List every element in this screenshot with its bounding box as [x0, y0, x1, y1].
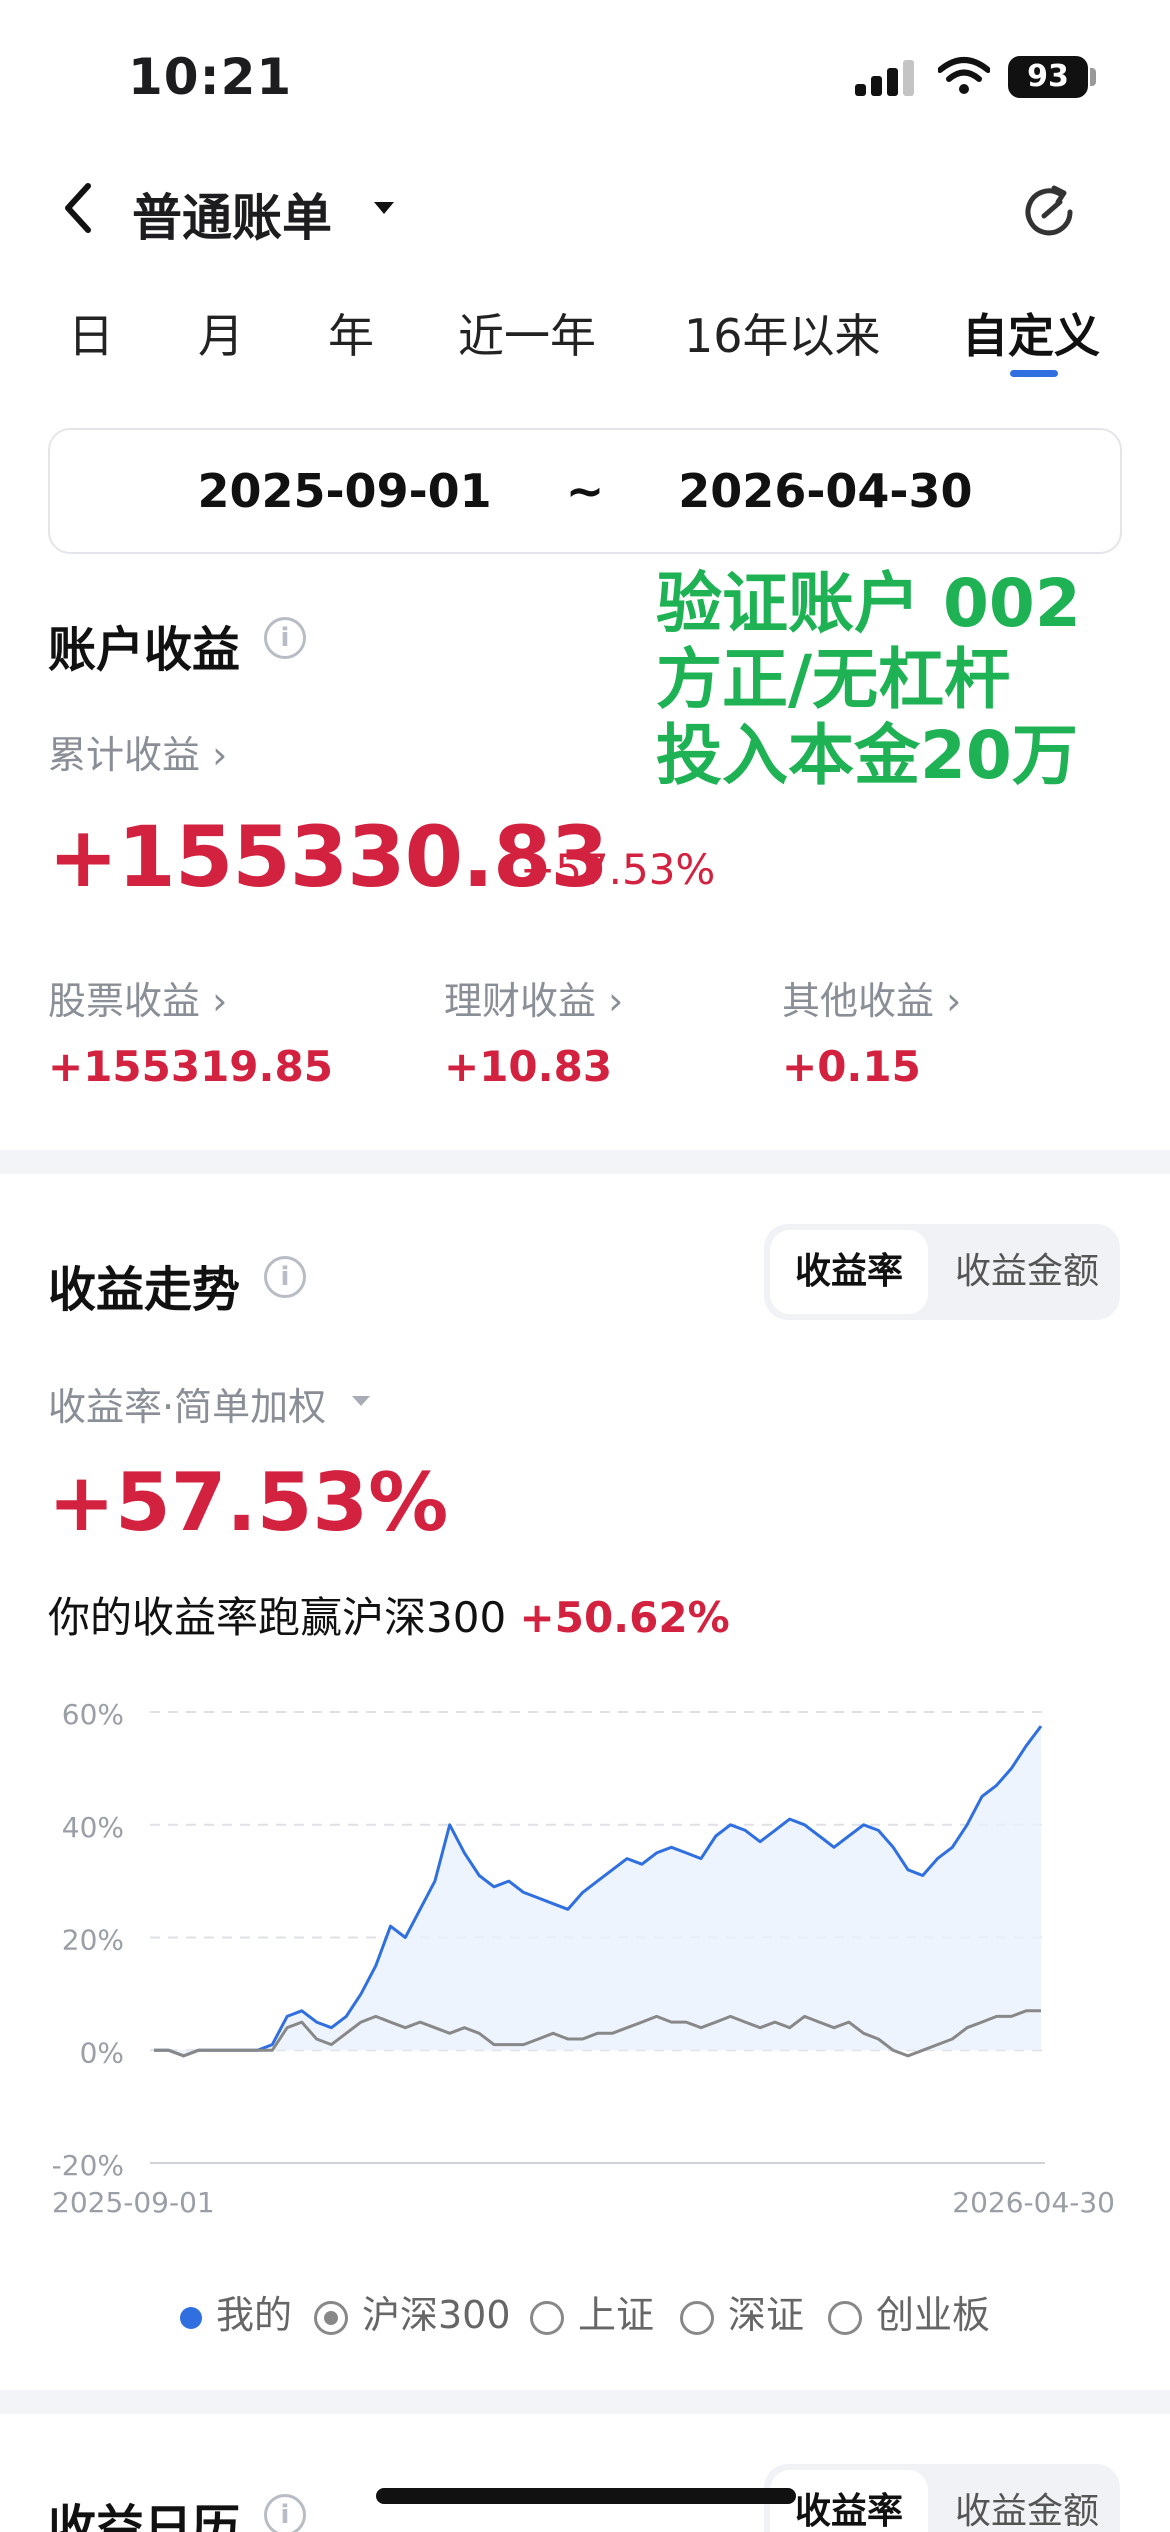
- legend-dot: [180, 2306, 202, 2329]
- calendar-title: 收益日历: [48, 2500, 241, 2532]
- tab-month[interactable]: 月: [198, 300, 244, 366]
- info-icon[interactable]: i: [264, 617, 306, 659]
- stock-income-label: 股票收益: [48, 979, 201, 1023]
- cellular-signal-icon: [855, 60, 915, 96]
- section-divider: [0, 1150, 1170, 1174]
- date-start: 2025-09-01: [197, 464, 492, 518]
- cumulative-income-pct: +57.53%: [520, 845, 716, 894]
- radio-checked-icon: [314, 2300, 348, 2335]
- battery-icon: 93: [1008, 56, 1088, 98]
- overlay-line-1: 验证账户 002: [656, 565, 1081, 642]
- chevron-down-icon[interactable]: [372, 200, 396, 216]
- chevron-right-icon: ›: [200, 979, 228, 1023]
- other-income-link[interactable]: 其他收益 ›: [782, 970, 961, 1025]
- legend-label: 创业板: [876, 2293, 991, 2337]
- date-separator: ~: [565, 464, 605, 518]
- y-tick-label: 60%: [62, 1698, 124, 1731]
- legend-cyb[interactable]: 创业板: [828, 2284, 990, 2339]
- benchmark-comparison: 你的收益率跑赢沪深300 +50.62%: [48, 1584, 730, 1645]
- page-title[interactable]: 普通账单: [132, 178, 332, 250]
- toggle-amount[interactable]: 收益金额: [940, 2470, 1114, 2532]
- legend-sz[interactable]: 深证: [680, 2284, 804, 2339]
- refresh-icon[interactable]: [1020, 182, 1080, 242]
- y-tick-label: -20%: [52, 2149, 124, 2182]
- y-tick-label: 0%: [80, 2036, 124, 2069]
- trend-mode-toggle: 收益率 收益金额: [764, 1224, 1120, 1320]
- other-income-value: +0.15: [782, 1042, 921, 1091]
- stock-income-value: +155319.85: [48, 1042, 333, 1091]
- y-tick-label: 20%: [62, 1924, 124, 1957]
- chart-legend: 我的 沪深300 上证 深证 创业板: [0, 2284, 1170, 2344]
- account-income-title: 账户收益: [48, 622, 241, 678]
- x-tick-label: 2025-09-01: [52, 2186, 215, 2219]
- other-income-label: 其他收益: [782, 979, 935, 1023]
- info-icon[interactable]: i: [264, 2494, 306, 2532]
- battery-tip: [1090, 68, 1096, 86]
- tab-day[interactable]: 日: [68, 300, 114, 366]
- weighting-method-select[interactable]: 收益率·简单加权: [48, 1376, 326, 1431]
- tab-since-16[interactable]: 16年以来: [684, 300, 881, 366]
- chevron-down-icon[interactable]: [350, 1394, 372, 1408]
- section-divider: [0, 2390, 1170, 2414]
- series-area-mine: [154, 1726, 1041, 2056]
- toggle-rate[interactable]: 收益率: [770, 1230, 928, 1314]
- cumulative-income-label: 累计收益: [48, 733, 201, 777]
- wealth-income-label: 理财收益: [444, 979, 597, 1023]
- overlay-line-3: 投入本金20万: [656, 717, 1078, 794]
- back-icon[interactable]: [58, 178, 98, 238]
- active-tab-indicator: [1010, 370, 1058, 377]
- legend-label: 深证: [728, 2293, 805, 2337]
- overlay-line-2: 方正/无杠杆: [656, 641, 1011, 718]
- radio-icon: [530, 2300, 564, 2335]
- home-indicator[interactable]: [376, 2488, 796, 2504]
- stock-income-link[interactable]: 股票收益 ›: [48, 970, 227, 1025]
- status-bar: 10:21 93: [0, 0, 1170, 150]
- y-tick-label: 40%: [62, 1811, 124, 1844]
- toggle-amount[interactable]: 收益金额: [940, 1230, 1114, 1314]
- legend-label: 我的: [216, 2293, 293, 2337]
- trend-return-value: +57.53%: [48, 1456, 449, 1549]
- info-icon[interactable]: i: [264, 1256, 306, 1298]
- legend-label: 上证: [578, 2293, 655, 2337]
- radio-icon: [828, 2300, 862, 2335]
- legend-label: 沪深300: [362, 2293, 511, 2337]
- wifi-icon: [938, 57, 990, 94]
- chevron-right-icon: ›: [212, 733, 228, 777]
- chevron-right-icon: ›: [596, 979, 624, 1023]
- period-tabs: 日 月 年 近一年 16年以来 自定义: [0, 300, 1170, 380]
- legend-hs300[interactable]: 沪深300: [314, 2284, 511, 2339]
- benchmark-text: 你的收益率跑赢沪深300: [48, 1593, 507, 1642]
- overlay-annotation: 验证账户 002 方正/无杠杆 投入本金20万: [656, 566, 1081, 794]
- radio-icon: [680, 2300, 714, 2335]
- wealth-income-value: +10.83: [444, 1042, 613, 1091]
- x-tick-label: 2026-04-30: [952, 2186, 1115, 2219]
- return-trend-chart[interactable]: 60% 40% 20% 0% -20% 2025-09-01 2026-04-30: [40, 1680, 1130, 2220]
- date-end: 2026-04-30: [678, 464, 973, 518]
- benchmark-pct: +50.62%: [519, 1593, 730, 1642]
- cumulative-income-link[interactable]: 累计收益 ›: [48, 724, 227, 779]
- trend-title: 收益走势: [48, 1262, 241, 1318]
- chevron-right-icon: ›: [934, 979, 962, 1023]
- calendar-mode-toggle: 收益率 收益金额: [764, 2464, 1120, 2532]
- tab-custom[interactable]: 自定义: [962, 300, 1100, 366]
- tab-year[interactable]: 年: [328, 300, 374, 366]
- wealth-income-link[interactable]: 理财收益 ›: [444, 970, 623, 1025]
- tab-last-year[interactable]: 近一年: [458, 300, 596, 366]
- legend-sh[interactable]: 上证: [530, 2284, 654, 2339]
- date-range-picker[interactable]: 2025-09-01 ~ 2026-04-30: [48, 428, 1122, 554]
- legend-mine[interactable]: 我的: [180, 2284, 292, 2339]
- status-time: 10:21: [128, 48, 293, 106]
